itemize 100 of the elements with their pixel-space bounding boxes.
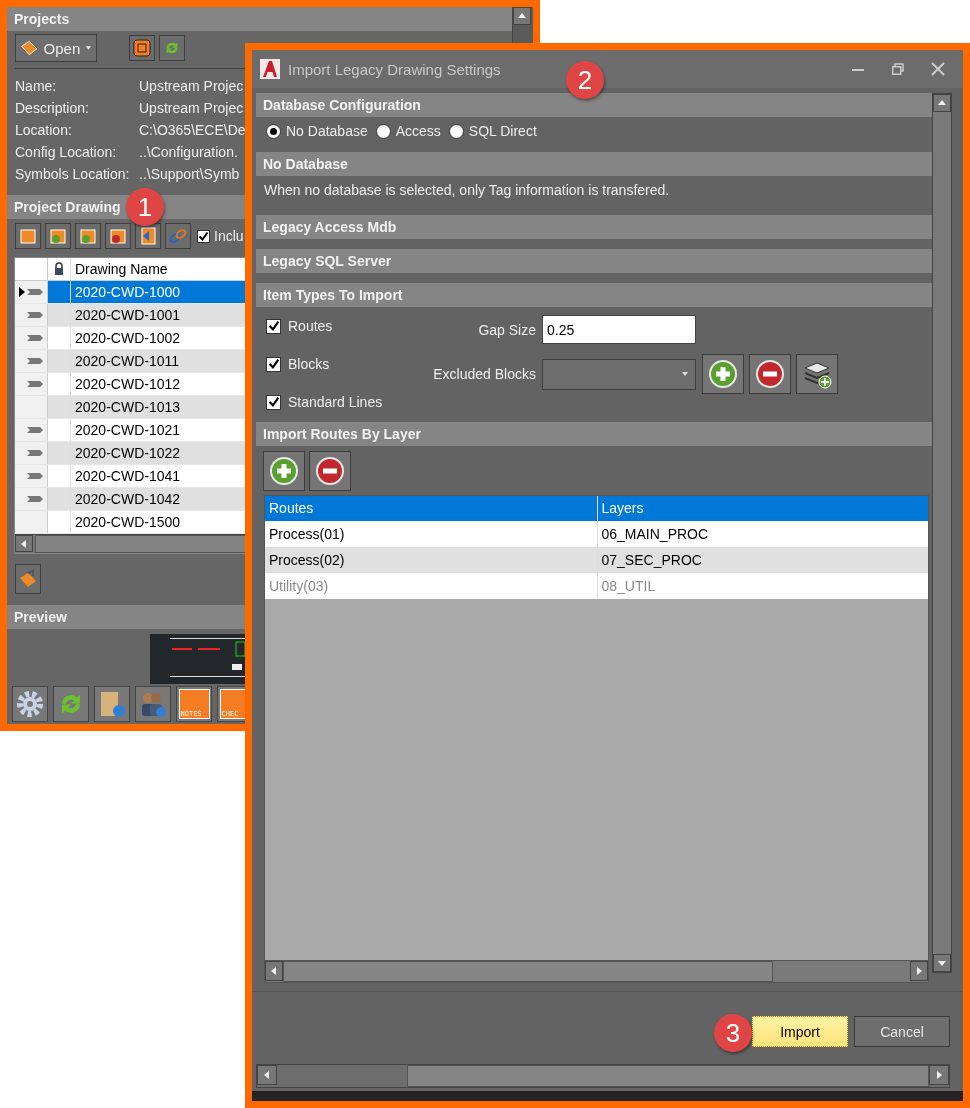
field-label: Location: <box>15 120 73 140</box>
section-header[interactable]: Legacy Access Mdb <box>256 215 932 239</box>
tool-button[interactable] <box>12 686 48 722</box>
field-value: Upstream Projec <box>139 76 244 96</box>
scrollbar-thumb[interactable] <box>407 1065 929 1087</box>
check-icon <box>198 230 209 242</box>
check-icon <box>267 320 280 332</box>
file-icon <box>78 226 98 246</box>
caret-icon <box>681 371 689 377</box>
remove-button[interactable] <box>749 354 791 394</box>
field-label: Symbols Location: <box>15 164 131 184</box>
double-arrow-icon <box>26 471 44 481</box>
row-header[interactable] <box>15 281 48 303</box>
double-arrow-icon <box>26 287 44 297</box>
file-button[interactable] <box>45 223 71 249</box>
refresh-button[interactable] <box>159 35 185 61</box>
section-header: Database Configuration <box>256 93 932 117</box>
file-icon <box>108 226 128 246</box>
file-icon <box>18 226 38 246</box>
table-cell: 07_SEC_PROC <box>596 546 928 573</box>
double-arrow-icon <box>26 333 44 343</box>
double-arrow-icon <box>26 310 44 320</box>
horizontal-scrollbar[interactable] <box>265 960 928 982</box>
table-cell-text: Utility(03) <box>268 576 330 596</box>
field-value: C:\O365\ECE\De <box>139 120 246 140</box>
field-value: ..\Configuration. <box>139 142 238 162</box>
folder-icon <box>20 38 39 58</box>
double-arrow-icon <box>26 425 44 435</box>
check-icon <box>267 358 280 370</box>
field-value: ..\Support\Symb <box>139 164 240 184</box>
circuit-button[interactable] <box>129 35 155 61</box>
horizontal-scrollbar[interactable] <box>256 1064 950 1088</box>
field-label: Config Location: <box>15 142 118 162</box>
radio-option[interactable]: Access <box>375 123 441 139</box>
caret-icon <box>85 45 92 51</box>
column-header[interactable]: Layers <box>596 495 928 521</box>
double-arrow-icon <box>26 379 44 389</box>
table-cell: 06_MAIN_PROC <box>596 520 928 547</box>
remove-button[interactable] <box>309 450 351 491</box>
row-pointer-icon <box>19 287 25 297</box>
app-logo-icon <box>260 59 280 79</box>
double-arrow-icon <box>26 494 44 504</box>
radio-option[interactable]: SQL Direct <box>448 123 537 139</box>
column-header[interactable]: Routes <box>265 495 597 521</box>
add-button[interactable] <box>702 354 744 394</box>
table-cell: 08_UTIL <box>596 572 928 599</box>
section-header: Import Routes By Layer <box>256 421 932 446</box>
vertical-scrollbar[interactable] <box>932 93 952 973</box>
file-icon <box>48 226 68 246</box>
tool-button[interactable] <box>135 686 171 722</box>
plus-icon <box>269 455 299 486</box>
scroll-left-button[interactable] <box>265 961 283 981</box>
field-label: Excluded Blocks <box>432 366 536 382</box>
scroll-left-button[interactable] <box>257 1065 277 1085</box>
scroll-left-button[interactable] <box>15 535 33 552</box>
add-layers-button[interactable] <box>796 354 838 394</box>
include-checkbox[interactable]: Inclu <box>197 228 244 244</box>
cancel-button[interactable]: Cancel <box>854 1016 950 1047</box>
scroll-down-button[interactable] <box>933 954 951 972</box>
close-icon <box>931 62 945 76</box>
export-button[interactable] <box>15 564 41 594</box>
minus-icon <box>315 455 345 486</box>
scrollbar-thumb[interactable] <box>283 961 773 982</box>
checkbox[interactable]: Routes <box>266 318 426 334</box>
tool-button[interactable] <box>94 686 130 722</box>
link-icon <box>168 226 188 246</box>
section-header: No Database <box>256 152 932 176</box>
checkbox[interactable]: Standard Lines <box>266 394 426 410</box>
file-button[interactable] <box>105 223 131 249</box>
section-header: Projects <box>7 7 512 31</box>
scroll-up-button[interactable] <box>513 7 531 25</box>
plus-icon <box>708 359 738 389</box>
field-label: Gap Size <box>477 321 536 338</box>
scroll-right-button[interactable] <box>910 961 928 981</box>
file-button[interactable] <box>75 223 101 249</box>
check-icon <box>267 396 280 408</box>
link-button[interactable] <box>165 223 191 249</box>
minus-icon <box>755 359 785 389</box>
radio-option[interactable]: No Database <box>266 123 368 139</box>
folder-arrow-icon <box>18 569 38 589</box>
tool-button[interactable] <box>53 686 89 722</box>
import-button[interactable] <box>135 223 161 249</box>
circuit-icon <box>132 38 152 58</box>
scroll-right-button[interactable] <box>929 1065 949 1085</box>
section-header[interactable]: Legacy SQL Server <box>256 249 932 273</box>
window-title: Import Legacy Drawing Settings <box>288 60 501 78</box>
field-value: Upstream Projec <box>139 98 244 118</box>
checkbox[interactable]: Blocks <box>266 356 426 372</box>
gear-icon <box>16 690 44 718</box>
file-button[interactable] <box>15 223 41 249</box>
restore-icon <box>892 63 904 75</box>
table-cell-text: Process(01) <box>268 524 346 544</box>
section-header: Item Types To Import <box>256 283 932 307</box>
gap-size-field[interactable]: 0.25 <box>542 315 696 344</box>
open-button[interactable]: Open <box>15 34 97 62</box>
import-button[interactable]: Import <box>752 1016 848 1047</box>
field-label: Description: <box>15 98 90 118</box>
add-button[interactable] <box>263 450 305 491</box>
scroll-up-button[interactable] <box>933 94 951 112</box>
lock-icon <box>54 262 64 276</box>
